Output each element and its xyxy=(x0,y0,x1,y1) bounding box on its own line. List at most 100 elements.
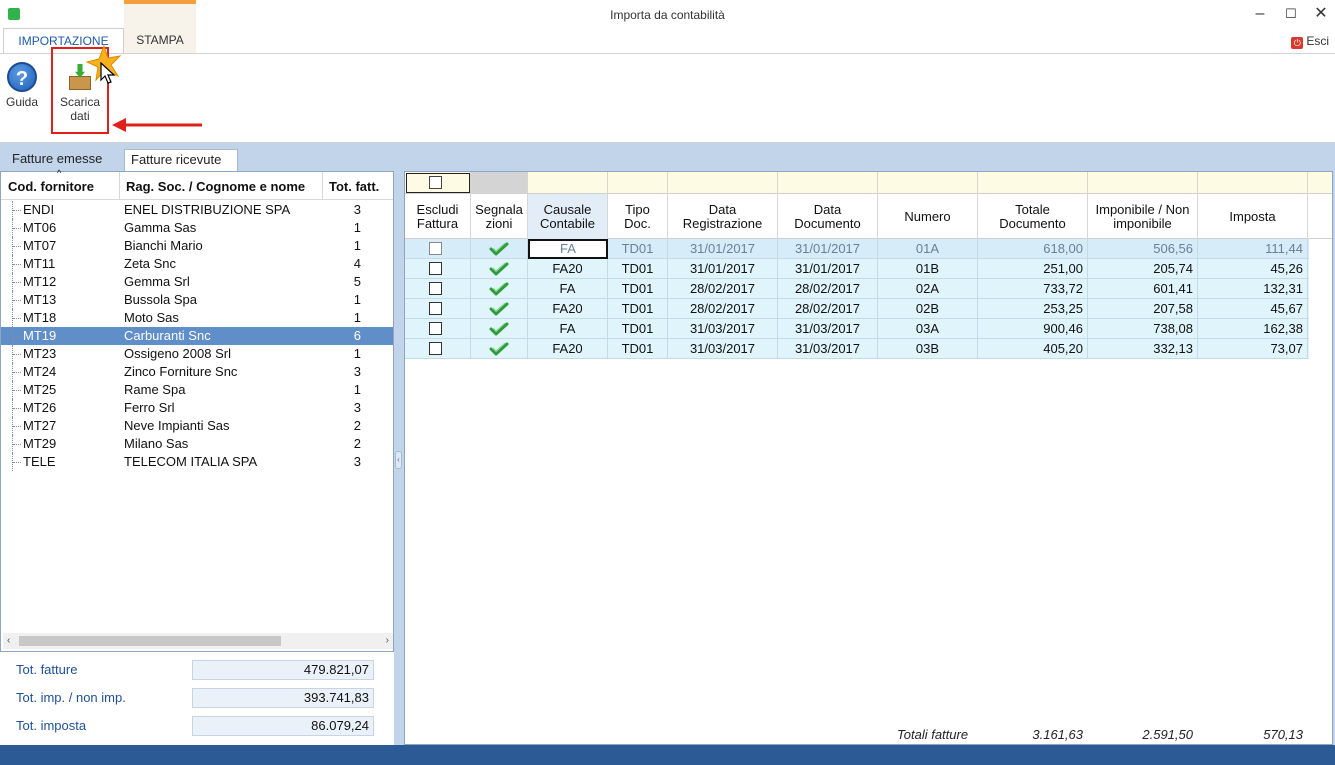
tipo-doc-cell[interactable]: TD01 xyxy=(608,259,668,279)
totale-documento-cell[interactable]: 253,25 xyxy=(978,299,1088,319)
imponibile-cell[interactable]: 207,58 xyxy=(1088,299,1198,319)
scrollbar-thumb[interactable] xyxy=(19,636,281,646)
escludi-cell[interactable] xyxy=(405,259,471,279)
col-rag-soc[interactable]: Rag. Soc. / Cognome e nome xyxy=(126,179,305,194)
filter-cell[interactable] xyxy=(1088,172,1198,194)
supplier-row[interactable]: MT13 Bussola Spa 1 xyxy=(1,291,393,309)
imponibile-cell[interactable]: 738,08 xyxy=(1088,319,1198,339)
data-registrazione-cell[interactable]: 31/03/2017 xyxy=(668,319,778,339)
tab-fatture-ricevute[interactable]: Fatture ricevute xyxy=(124,149,238,171)
col-imposta[interactable]: Imposta xyxy=(1198,194,1308,239)
supplier-row[interactable]: MT27 Neve Impianti Sas 2 xyxy=(1,417,393,435)
col-numero[interactable]: Numero xyxy=(878,194,978,239)
col-data-registrazione[interactable]: Data Registrazione xyxy=(668,194,778,239)
supplier-row[interactable]: MT29 Milano Sas 2 xyxy=(1,435,393,453)
escludi-cell[interactable] xyxy=(405,339,471,359)
escludi-cell[interactable] xyxy=(405,279,471,299)
data-registrazione-cell[interactable]: 28/02/2017 xyxy=(668,299,778,319)
invoice-row[interactable]: FA TD01 28/02/2017 28/02/2017 02A 733,72 601,4… xyxy=(405,279,1309,299)
panel-splitter[interactable]: ‹ xyxy=(394,171,404,745)
imposta-cell[interactable]: 45,67 xyxy=(1198,299,1308,319)
maximize-icon[interactable]: ☐ xyxy=(1279,4,1303,24)
imposta-cell[interactable]: 73,07 xyxy=(1198,339,1308,359)
escludi-cell[interactable] xyxy=(405,299,471,319)
supplier-row[interactable]: MT11 Zeta Snc 4 xyxy=(1,255,393,273)
invoice-row[interactable]: FA TD01 31/01/2017 31/01/2017 01A 618,00 506,5… xyxy=(405,239,1309,259)
supplier-row[interactable]: MT23 Ossigeno 2008 Srl 1 xyxy=(1,345,393,363)
numero-cell[interactable]: 01B xyxy=(878,259,978,279)
numero-cell[interactable]: 03A xyxy=(878,319,978,339)
filter-cell[interactable] xyxy=(668,172,778,194)
filter-escludi[interactable] xyxy=(405,172,471,194)
imposta-cell[interactable]: 45,26 xyxy=(1198,259,1308,279)
filter-cell[interactable] xyxy=(778,172,878,194)
imposta-cell[interactable]: 162,38 xyxy=(1198,319,1308,339)
numero-cell[interactable]: 02B xyxy=(878,299,978,319)
imponibile-cell[interactable]: 205,74 xyxy=(1088,259,1198,279)
totale-documento-cell[interactable]: 405,20 xyxy=(978,339,1088,359)
data-documento-cell[interactable]: 31/03/2017 xyxy=(778,319,878,339)
col-segnalazioni[interactable]: Segnala zioni xyxy=(471,194,528,239)
col-totale-documento[interactable]: Totale Documento xyxy=(978,194,1088,239)
imposta-cell[interactable]: 111,44 xyxy=(1198,239,1308,259)
exclude-checkbox[interactable] xyxy=(429,282,442,295)
exclude-checkbox[interactable] xyxy=(429,322,442,335)
scroll-right-icon[interactable]: › xyxy=(386,633,389,649)
exclude-checkbox[interactable] xyxy=(429,242,442,255)
data-documento-cell[interactable]: 31/01/2017 xyxy=(778,239,878,259)
tipo-doc-cell[interactable]: TD01 xyxy=(608,279,668,299)
data-documento-cell[interactable]: 31/01/2017 xyxy=(778,259,878,279)
col-cod-fornitore[interactable]: Cod. fornitore xyxy=(8,179,94,194)
totale-documento-cell[interactable]: 618,00 xyxy=(978,239,1088,259)
supplier-row[interactable]: MT25 Rame Spa 1 xyxy=(1,381,393,399)
splitter-collapse-icon[interactable]: ‹ xyxy=(395,451,402,469)
tipo-doc-cell[interactable]: TD01 xyxy=(608,339,668,359)
invoice-row[interactable]: FA20 TD01 28/02/2017 28/02/2017 02B 253,25 207… xyxy=(405,299,1309,319)
col-tot-fatt[interactable]: Tot. fatt. xyxy=(329,179,379,194)
supplier-row[interactable]: MT07 Bianchi Mario 1 xyxy=(1,237,393,255)
data-registrazione-cell[interactable]: 31/03/2017 xyxy=(668,339,778,359)
causale-cell[interactable]: FA20 xyxy=(528,259,608,279)
help-button[interactable]: ? Guida xyxy=(6,62,38,109)
numero-cell[interactable]: 03B xyxy=(878,339,978,359)
close-icon[interactable]: ✕ xyxy=(1309,4,1333,24)
data-documento-cell[interactable]: 28/02/2017 xyxy=(778,279,878,299)
data-registrazione-cell[interactable]: 28/02/2017 xyxy=(668,279,778,299)
data-registrazione-cell[interactable]: 31/01/2017 xyxy=(668,239,778,259)
filter-cell[interactable] xyxy=(528,172,608,194)
supplier-row[interactable]: MT26 Ferro Srl 3 xyxy=(1,399,393,417)
causale-cell[interactable]: FA xyxy=(528,279,608,299)
supplier-row[interactable]: MT18 Moto Sas 1 xyxy=(1,309,393,327)
numero-cell[interactable]: 01A xyxy=(878,239,978,259)
totale-documento-cell[interactable]: 251,00 xyxy=(978,259,1088,279)
supplier-row[interactable]: MT19 Carburanti Snc 6 xyxy=(1,327,393,345)
exclude-checkbox[interactable] xyxy=(429,302,442,315)
col-escludi-fattura[interactable]: Escludi Fattura xyxy=(405,194,471,239)
imponibile-cell[interactable]: 506,56 xyxy=(1088,239,1198,259)
col-imponibile[interactable]: Imponibile / Non imponibile xyxy=(1088,194,1198,239)
exclude-checkbox[interactable] xyxy=(429,342,442,355)
tab-fatture-emesse[interactable]: Fatture emesse xyxy=(6,149,122,171)
tipo-doc-cell[interactable]: TD01 xyxy=(608,299,668,319)
exclude-checkbox[interactable] xyxy=(429,262,442,275)
invoice-row[interactable]: FA20 TD01 31/01/2017 31/01/2017 01B 251,00 205… xyxy=(405,259,1309,279)
data-documento-cell[interactable]: 31/03/2017 xyxy=(778,339,878,359)
horizontal-scrollbar[interactable]: ‹ › xyxy=(3,633,393,649)
filter-checkbox[interactable] xyxy=(429,176,442,189)
numero-cell[interactable]: 02A xyxy=(878,279,978,299)
totale-documento-cell[interactable]: 733,72 xyxy=(978,279,1088,299)
causale-cell[interactable]: FA xyxy=(528,239,608,259)
supplier-row[interactable]: MT06 Gamma Sas 1 xyxy=(1,219,393,237)
tipo-doc-cell[interactable]: TD01 xyxy=(608,239,668,259)
scroll-left-icon[interactable]: ‹ xyxy=(7,633,10,649)
tipo-doc-cell[interactable]: TD01 xyxy=(608,319,668,339)
data-documento-cell[interactable]: 28/02/2017 xyxy=(778,299,878,319)
supplier-row[interactable]: MT12 Gemma Srl 5 xyxy=(1,273,393,291)
filter-segnalazioni[interactable] xyxy=(471,172,528,194)
filter-cell[interactable] xyxy=(878,172,978,194)
causale-cell[interactable]: FA20 xyxy=(528,339,608,359)
tab-stampa[interactable]: STAMPA xyxy=(124,28,196,53)
totale-documento-cell[interactable]: 900,46 xyxy=(978,319,1088,339)
data-registrazione-cell[interactable]: 31/01/2017 xyxy=(668,259,778,279)
imponibile-cell[interactable]: 601,41 xyxy=(1088,279,1198,299)
